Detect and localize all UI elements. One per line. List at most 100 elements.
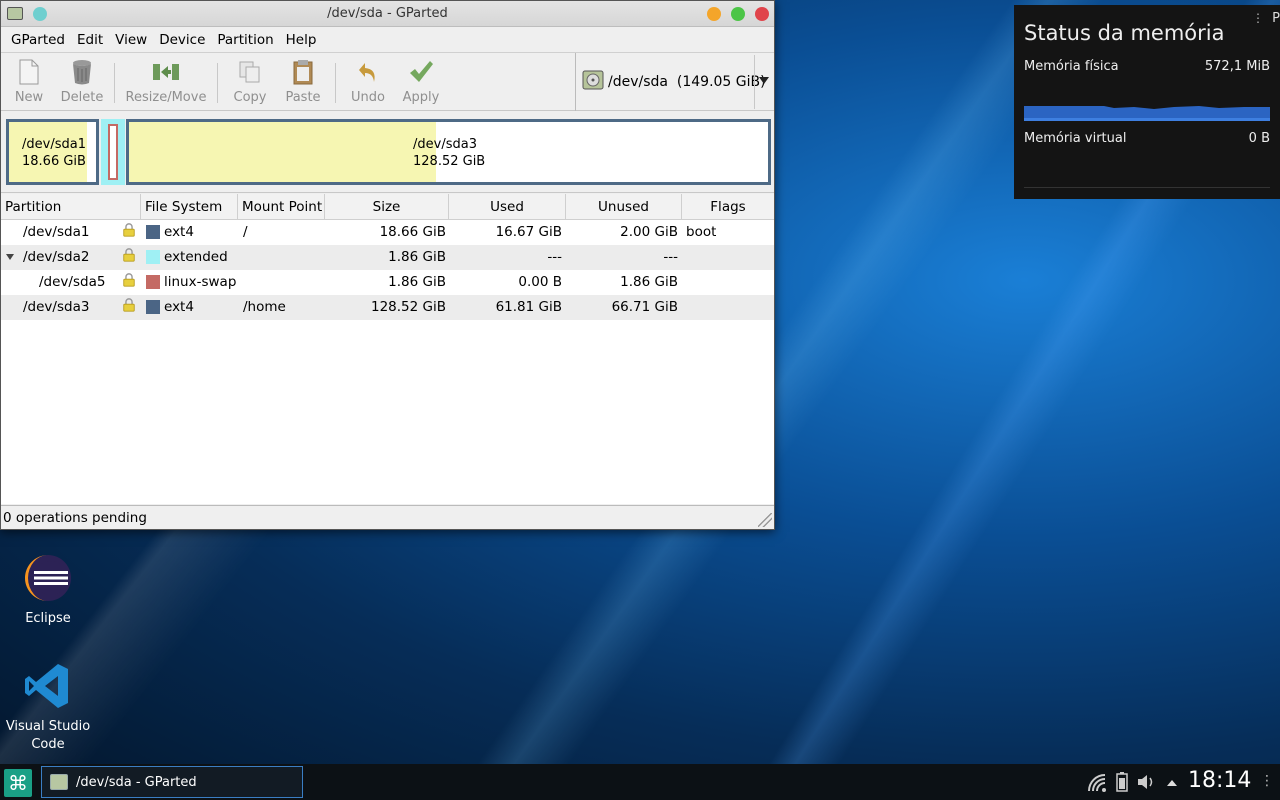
column-header-unused[interactable]: Unused bbox=[566, 194, 682, 219]
task-title: /dev/sda - GParted bbox=[76, 775, 197, 790]
new-button[interactable]: New bbox=[11, 57, 47, 105]
partition-block-name: /dev/sda1 bbox=[22, 137, 86, 152]
menu-partition[interactable]: Partition bbox=[211, 32, 279, 48]
battery-icon[interactable] bbox=[1114, 764, 1130, 800]
panel-menu-icon[interactable]: ⋮ bbox=[1260, 773, 1274, 789]
virtual-memory-label: Memória virtual bbox=[1024, 131, 1127, 146]
apply-button[interactable]: Apply bbox=[399, 57, 443, 105]
widget-handle-icon[interactable]: ⋮ bbox=[1252, 11, 1264, 25]
cell-used: 61.81 GiB bbox=[495, 299, 562, 315]
lock-icon bbox=[123, 298, 135, 312]
column-header-flags[interactable]: Flags bbox=[682, 194, 774, 219]
column-header-used[interactable]: Used bbox=[449, 194, 566, 219]
partition-block-sda5-swap[interactable] bbox=[108, 124, 118, 180]
delete-button[interactable]: Delete bbox=[57, 57, 107, 105]
cell-used: 0.00 B bbox=[518, 274, 562, 290]
cell-filesystem: ext4 bbox=[164, 299, 194, 315]
table-row[interactable]: /dev/sda5 linux-swap 1.86 GiB 0.00 B 1.86 Gi… bbox=[1, 270, 774, 295]
partition-block-sda1[interactable]: /dev/sda1 18.66 GiB bbox=[6, 119, 99, 185]
copy-icon bbox=[231, 57, 269, 87]
menu-gparted[interactable]: GParted bbox=[5, 32, 71, 48]
resize-grip-icon[interactable] bbox=[758, 513, 772, 527]
partition-block-size: 18.66 GiB bbox=[22, 154, 86, 169]
undo-button[interactable]: Undo bbox=[347, 57, 389, 105]
column-header-partition[interactable]: Partition bbox=[1, 194, 141, 219]
cell-size: 1.86 GiB bbox=[388, 274, 446, 290]
column-header-size[interactable]: Size bbox=[325, 194, 449, 219]
menu-view[interactable]: View bbox=[109, 32, 153, 48]
cell-filesystem: ext4 bbox=[164, 224, 194, 240]
cell-unused: 66.71 GiB bbox=[611, 299, 678, 315]
taskbar: ⌘ /dev/sda - GParted 18:14 ⋮ bbox=[0, 764, 1280, 800]
lock-icon bbox=[123, 223, 135, 237]
widget-title: Status da memória bbox=[1024, 21, 1225, 45]
memory-status-widget: ⋮ P Status da memória Memória física 572… bbox=[1014, 5, 1280, 199]
minimize-button[interactable] bbox=[707, 7, 721, 21]
partition-block-name: /dev/sda3 bbox=[413, 137, 477, 152]
checkmark-icon bbox=[399, 57, 443, 87]
cell-mountpoint: /home bbox=[243, 299, 286, 315]
clock[interactable]: 18:14 bbox=[1188, 768, 1251, 793]
status-text: 0 operations pending bbox=[3, 510, 147, 526]
selector-separator bbox=[754, 55, 755, 109]
cell-mountpoint: / bbox=[243, 224, 248, 240]
menu-device[interactable]: Device bbox=[153, 32, 211, 48]
taskbar-task-gparted[interactable]: /dev/sda - GParted bbox=[41, 766, 303, 798]
disk-partition-map: /dev/sda1 18.66 GiB /dev/sda3 128.52 GiB bbox=[1, 111, 774, 193]
column-header-filesystem[interactable]: File System bbox=[141, 194, 238, 219]
vscode-icon bbox=[22, 662, 74, 714]
trash-icon bbox=[57, 57, 107, 87]
network-icon[interactable] bbox=[1086, 764, 1108, 800]
copy-button[interactable]: Copy bbox=[231, 57, 269, 105]
maximize-button[interactable] bbox=[731, 7, 745, 21]
gparted-window: /dev/sda - GParted GParted Edit View Dev… bbox=[0, 0, 775, 530]
partition-block-size: 128.52 GiB bbox=[413, 154, 486, 169]
device-selector-value: /dev/sda (149.05 GiB) bbox=[608, 74, 766, 90]
cell-size: 128.52 GiB bbox=[370, 299, 446, 315]
menu-edit[interactable]: Edit bbox=[71, 32, 109, 48]
filesystem-color-swatch bbox=[146, 225, 160, 239]
cell-unused: 2.00 GiB bbox=[620, 224, 678, 240]
expander-arrow-icon[interactable] bbox=[6, 254, 14, 260]
desktop-icon-label: Eclipse bbox=[25, 611, 71, 626]
memory-usage-graph bbox=[1024, 103, 1270, 121]
table-row[interactable]: /dev/sda2 extended 1.86 GiB --- --- bbox=[1, 245, 774, 270]
cell-unused: --- bbox=[663, 249, 678, 265]
chevron-down-icon[interactable] bbox=[759, 77, 769, 84]
desktop-icon-vscode[interactable]: Visual Studio Code bbox=[0, 662, 96, 754]
virtual-memory-value: 0 B bbox=[1248, 131, 1270, 146]
resize-move-button[interactable]: Resize/Move bbox=[123, 57, 209, 105]
table-row[interactable]: /dev/sda3 ext4/home 128.52 GiB 61.81 GiB 66.… bbox=[1, 295, 774, 320]
gparted-task-icon bbox=[50, 774, 68, 790]
cell-size: 1.86 GiB bbox=[388, 249, 446, 265]
close-button[interactable] bbox=[755, 7, 769, 21]
toolbar-separator bbox=[114, 63, 115, 103]
new-document-icon bbox=[11, 57, 47, 87]
menu-help[interactable]: Help bbox=[280, 32, 323, 48]
column-header-mountpoint[interactable]: Mount Point bbox=[238, 194, 325, 219]
partition-usage-fill bbox=[129, 122, 437, 182]
resize-move-icon bbox=[123, 57, 209, 87]
cell-size: 18.66 GiB bbox=[379, 224, 446, 240]
table-row[interactable]: /dev/sda1 ext4 / 18.66 GiB 16.67 GiB 2.00 GiB… bbox=[1, 220, 774, 245]
toolbar-separator bbox=[217, 63, 218, 103]
desktop-icon-eclipse[interactable]: Eclipse bbox=[0, 554, 96, 628]
widget-corner-label: P bbox=[1272, 11, 1280, 26]
filesystem-color-swatch bbox=[146, 275, 160, 289]
paste-icon bbox=[283, 57, 323, 87]
partition-block-sda2-extended[interactable] bbox=[101, 119, 125, 185]
window-titlebar[interactable]: /dev/sda - GParted bbox=[1, 1, 774, 27]
volume-icon[interactable] bbox=[1136, 764, 1156, 800]
toolbar: New Delete Resize/Move Copy Paste Undo A… bbox=[1, 53, 774, 111]
partition-block-sda3[interactable]: /dev/sda3 128.52 GiB bbox=[126, 119, 771, 185]
table-header: Partition File System Mount Point Size U… bbox=[1, 194, 774, 220]
paste-button[interactable]: Paste bbox=[283, 57, 323, 105]
cell-filesystem: extended bbox=[164, 249, 228, 265]
device-selector[interactable]: /dev/sda (149.05 GiB) bbox=[575, 53, 775, 111]
eclipse-icon bbox=[22, 554, 74, 606]
chevron-up-icon[interactable] bbox=[1164, 764, 1180, 800]
physical-memory-value: 572,1 MiB bbox=[1204, 59, 1270, 74]
cell-filesystem: linux-swap bbox=[164, 274, 237, 290]
cell-partition: /dev/sda3 bbox=[23, 299, 90, 315]
app-launcher-button[interactable]: ⌘ bbox=[4, 769, 32, 797]
